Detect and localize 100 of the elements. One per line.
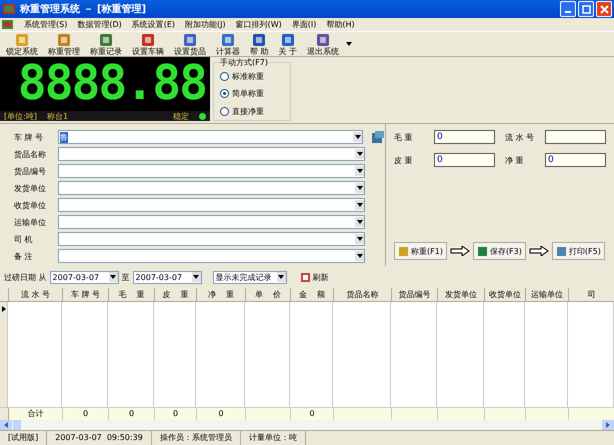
square-icon [476, 246, 488, 256]
column-header[interactable]: 净 重 [197, 288, 246, 301]
filter-label: 过磅日期 从 [4, 272, 47, 282]
square-icon [220, 32, 236, 46]
action-button[interactable]: 称重(F1) [394, 242, 447, 260]
scroll-right-button[interactable] [602, 420, 614, 430]
minimize-button[interactable] [560, 1, 576, 17]
status-panel: 操作员：系统管理员 [152, 431, 241, 445]
refresh-button[interactable]: 刷新 [300, 272, 329, 282]
field-label: 净 重 [505, 154, 525, 166]
column-header[interactable]: 金 额 [291, 288, 334, 301]
dropdown-arrow[interactable] [353, 132, 362, 142]
input-field[interactable]: 0 [434, 130, 495, 144]
square-icon [140, 32, 156, 46]
column-header[interactable]: 司 [569, 288, 614, 301]
menu-item[interactable]: 系统管理(S) [24, 19, 68, 30]
minimize-icon [565, 10, 571, 12]
input-field[interactable]: 0 [545, 153, 606, 167]
square-icon [300, 272, 311, 282]
lookup-icon[interactable] [371, 130, 385, 144]
dropdown-arrow[interactable] [355, 183, 364, 193]
column-header[interactable]: 毛 重 [109, 288, 155, 301]
menu-item[interactable]: 帮助(H) [326, 19, 355, 30]
column-header[interactable]: 流 水 号 [9, 288, 63, 301]
menu-item[interactable]: 系统设置(E) [132, 19, 176, 30]
date-picker[interactable]: 2007-03-07 [50, 270, 119, 284]
field-label: 发货单位 [14, 182, 47, 194]
toolbar-button[interactable]: 计算器 [213, 32, 243, 56]
dropdown-arrow[interactable] [355, 166, 364, 176]
column-header[interactable]: 货品编号 [392, 288, 438, 301]
action-button[interactable]: 保存(F3) [472, 242, 526, 260]
column-header[interactable]: 运输单位 [526, 288, 569, 301]
dropdown-arrow[interactable] [276, 272, 286, 282]
horizontal-scrollbar[interactable] [0, 420, 614, 430]
mode-title: 手动方式(F7) [220, 57, 268, 68]
square-icon [98, 32, 114, 46]
dropdown-arrow[interactable] [355, 234, 364, 244]
field-label: 运输单位 [14, 216, 47, 228]
field-label: 毛 重 [394, 132, 414, 142]
toolbar-button[interactable]: 设置车辆 [129, 32, 167, 56]
arrow-icon [528, 246, 549, 256]
toolbar-button[interactable]: 关 于 [276, 32, 300, 56]
record-filter-dropdown[interactable]: 显示未完成记录 [212, 270, 287, 284]
field-label: 车 牌 号 [14, 132, 44, 142]
dropdown-arrow[interactable] [355, 251, 364, 261]
to-label: 至 [122, 272, 130, 282]
radio-option[interactable]: 简单称重 [220, 88, 284, 100]
toolbar-button[interactable]: 退出系统 [304, 32, 342, 56]
total-cell: 0 [309, 409, 315, 418]
action-button[interactable]: 打印(F5) [552, 242, 605, 260]
dropdown-arrow[interactable] [192, 272, 201, 282]
unit-label: [单位:吨] [4, 110, 37, 122]
total-cell: 0 [128, 409, 134, 418]
field-label: 备 注 [14, 250, 34, 262]
scroll-thumb[interactable] [13, 420, 21, 430]
total-cell: 0 [218, 409, 224, 418]
close-button[interactable] [596, 1, 612, 17]
square-icon [56, 32, 72, 46]
arrow-icon [450, 246, 470, 256]
combo-box[interactable]: 鲁 [58, 130, 364, 144]
window-title: 称重管理系统 － [称重管理] [20, 2, 148, 16]
input-field[interactable]: 0 [434, 153, 495, 167]
field-label: 流 水 号 [505, 132, 536, 142]
column-header[interactable]: 货品名称 [334, 288, 392, 301]
toolbar-button[interactable]: 称重管理 [45, 32, 83, 56]
toolbar-button[interactable]: 设置货品 [171, 32, 209, 56]
menu-item[interactable]: 窗口排列(W) [236, 19, 282, 30]
right-arrow-icon [606, 422, 610, 428]
square-icon [14, 32, 30, 46]
total-cell: 0 [172, 409, 178, 418]
square-icon [556, 246, 567, 256]
radio-option[interactable]: 直接净重 [220, 106, 284, 117]
column-header[interactable]: 车 牌 号 [63, 288, 109, 301]
dropdown-arrow[interactable] [355, 217, 364, 227]
column-header[interactable]: 皮 重 [155, 288, 197, 301]
menu-item[interactable]: 附加功能(J) [185, 19, 226, 30]
column-header[interactable]: 发货单位 [438, 288, 485, 301]
menu-item[interactable]: 界面(I) [292, 19, 316, 30]
maximize-icon [582, 4, 590, 14]
column-header[interactable]: 单 价 [246, 288, 291, 301]
dropdown-arrow[interactable] [355, 149, 364, 159]
toolbar-button[interactable]: 锁定系统 [3, 32, 41, 56]
status-panel: 2007-03-07 09:50:39 [47, 431, 152, 445]
radio-option[interactable]: 标准称重 [220, 71, 284, 82]
column-header[interactable]: 收货单位 [485, 288, 526, 301]
menu-item[interactable]: 数据管理(D) [77, 19, 122, 30]
status-panel: [试用版] [0, 431, 48, 445]
mdi-icon [2, 19, 14, 30]
caret-icon[interactable] [346, 42, 352, 46]
date-picker[interactable]: 2007-03-07 [132, 270, 202, 284]
dropdown-arrow[interactable] [355, 200, 364, 210]
input-field[interactable] [545, 130, 606, 144]
scroll-left-button[interactable] [0, 420, 12, 430]
toolbar-button[interactable]: 帮 助 [247, 32, 272, 56]
app-icon [2, 2, 16, 16]
dropdown-arrow[interactable] [108, 272, 118, 282]
field-label: 皮 重 [394, 154, 414, 166]
maximize-button[interactable] [578, 1, 594, 17]
toolbar-button[interactable]: 称重记录 [87, 32, 125, 56]
square-icon [280, 32, 296, 46]
